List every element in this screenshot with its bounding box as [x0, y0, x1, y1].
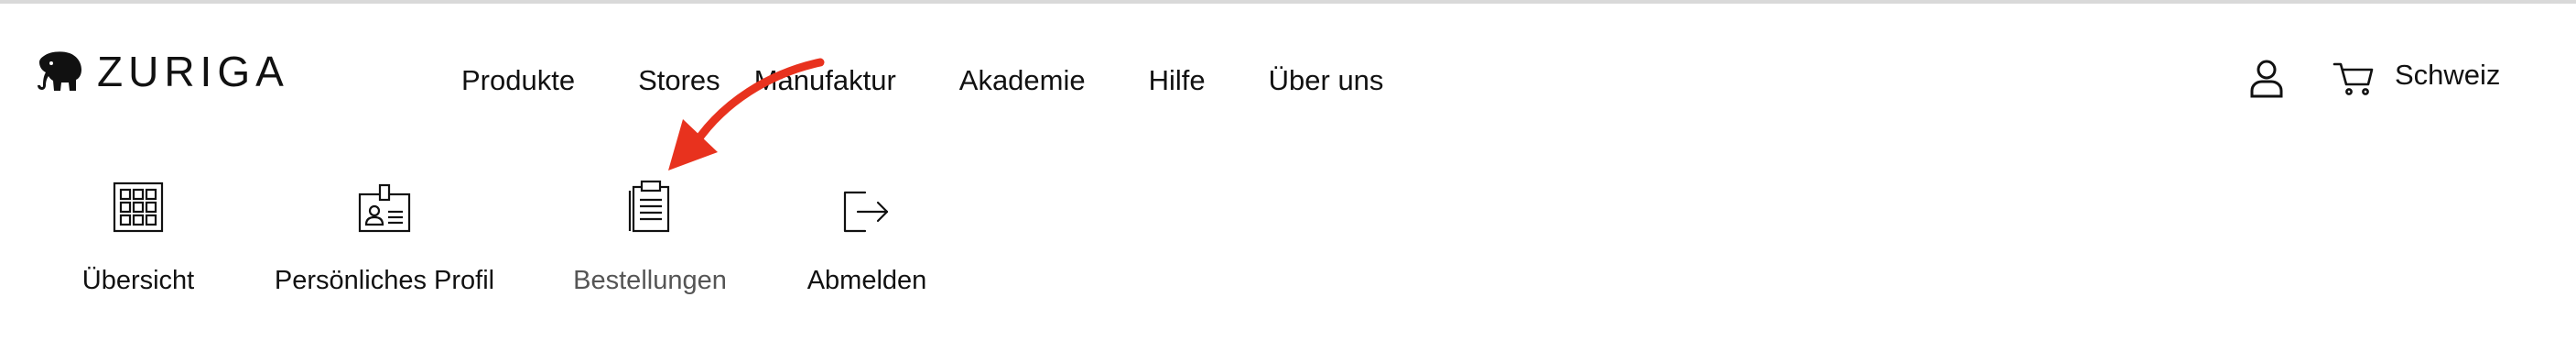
elephant-icon [38, 51, 81, 91]
tab-label: Übersicht [81, 266, 195, 295]
tab-uebersicht[interactable]: Übersicht [79, 174, 198, 297]
tab-label: Abmelden [806, 266, 927, 295]
grid-icon [113, 182, 164, 233]
tab-abmelden[interactable]: Abmelden [802, 174, 932, 297]
logout-icon [843, 191, 889, 233]
nav-item-hilfe[interactable]: Hilfe [1149, 60, 1206, 101]
nav-item-manufaktur[interactable]: Manufaktur [754, 60, 896, 101]
nav-item-ueber-uns[interactable]: Über uns [1269, 60, 1384, 101]
top-border [0, 0, 2576, 4]
brand-name: ZURIGA [97, 48, 289, 95]
id-badge-icon [358, 183, 411, 233]
nav-item-stores[interactable]: Stores [638, 60, 720, 101]
tab-label: Persönliches Profil [274, 266, 495, 295]
nav-item-akademie[interactable]: Akademie [959, 60, 1086, 101]
clipboard-icon [628, 180, 670, 233]
region-selector[interactable]: Schweiz [2395, 55, 2500, 95]
brand-logo[interactable]: ZURIGA [35, 48, 289, 95]
main-nav: Produkte Stores Manufaktur Akademie Hilf… [461, 60, 1383, 101]
tab-label: Bestellungen [573, 266, 727, 295]
user-icon[interactable] [2248, 59, 2285, 99]
tab-persoenliches-profil[interactable]: Persönliches Profil [273, 174, 496, 297]
cart-icon[interactable] [2332, 60, 2375, 97]
nav-item-produkte[interactable]: Produkte [461, 60, 575, 101]
tab-bestellungen[interactable]: Bestellungen [569, 174, 731, 297]
